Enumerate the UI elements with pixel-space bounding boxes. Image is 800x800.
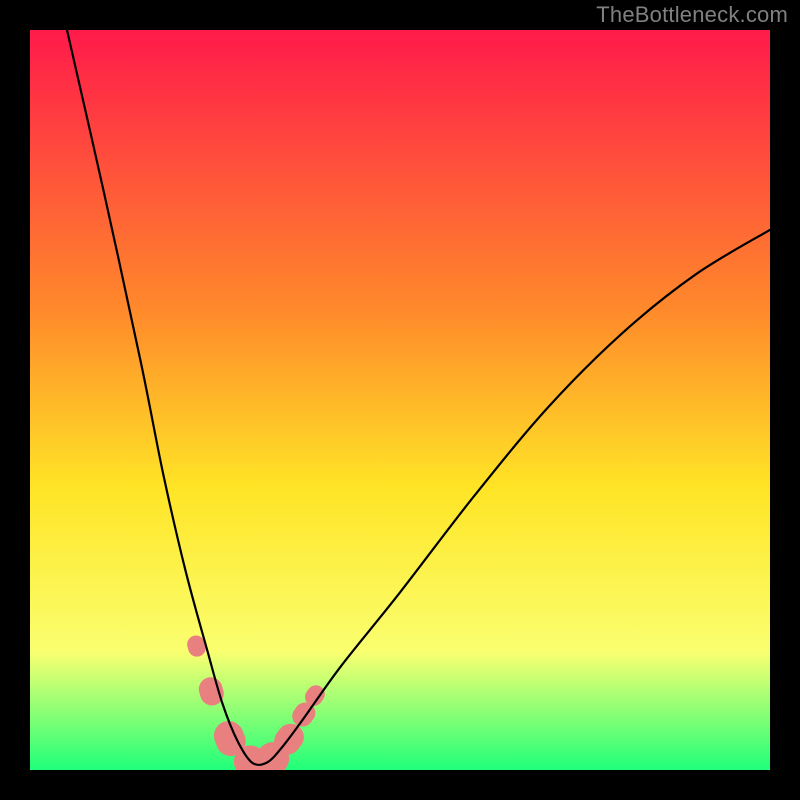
chart-frame: { "watermark": "TheBottleneck.com", "col… [0, 0, 800, 800]
bottleneck-chart [0, 0, 800, 800]
watermark-text: TheBottleneck.com [596, 2, 788, 28]
gradient-background [30, 30, 770, 770]
